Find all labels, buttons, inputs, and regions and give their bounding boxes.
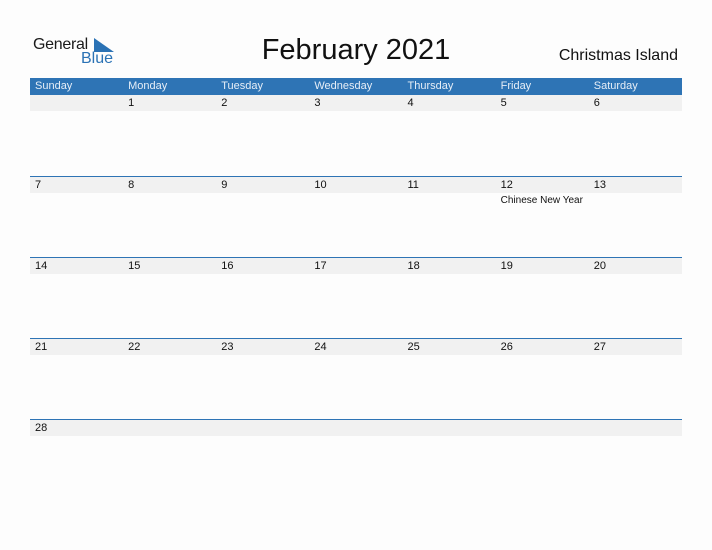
day-number: [309, 420, 402, 436]
day-event: [403, 111, 496, 113]
day-number: 11: [407, 179, 419, 191]
day-number: [403, 420, 496, 436]
week-day-numbers: 21 22 23 24 25 26 27: [30, 339, 682, 355]
day-event: [403, 274, 496, 276]
day-event: [403, 436, 496, 438]
day-event: [30, 355, 123, 357]
day-number: 8: [128, 179, 135, 191]
week-events: [30, 355, 682, 357]
country-name: Christmas Island: [558, 47, 678, 64]
week-day-numbers: 1 2 3 4 5 6: [30, 95, 682, 111]
day-number: 1: [128, 97, 135, 109]
day-number: [123, 420, 216, 436]
day-event: [589, 355, 682, 357]
calendar-week: 21 22 23 24 25 26 27: [30, 338, 682, 420]
week-events: Chinese New Year: [30, 193, 682, 206]
day-number: 6: [593, 97, 600, 109]
day-event: [496, 111, 589, 113]
calendar-week: 28: [30, 419, 682, 501]
weekday-sunday: Sunday: [35, 80, 73, 92]
week-events: [30, 111, 682, 113]
day-number: 24: [314, 341, 327, 353]
day-event: [309, 274, 402, 276]
day-event: [123, 111, 216, 113]
day-event: [123, 274, 216, 276]
day-event: [216, 436, 309, 438]
day-event: [216, 355, 309, 357]
calendar-week: 7 8 9 10 11 12 13 Chinese New Year: [30, 176, 682, 258]
day-event: [123, 193, 216, 206]
week-events: [30, 436, 682, 438]
day-event: [216, 274, 309, 276]
weekday-saturday: Saturday: [593, 80, 638, 92]
day-number: 27: [593, 341, 606, 353]
day-event: [589, 193, 682, 206]
day-number: 16: [221, 260, 234, 272]
weekday-monday: Monday: [128, 80, 168, 92]
day-number: 14: [35, 260, 48, 272]
day-number: 25: [407, 341, 420, 353]
weekday-header: Sunday Monday Tuesday Wednesday Thursday…: [30, 78, 682, 95]
week-events: [30, 274, 682, 276]
day-event: [309, 111, 402, 113]
day-number: 12: [500, 179, 513, 191]
week-day-numbers: 7 8 9 10 11 12 13: [30, 177, 682, 193]
day-event: [403, 193, 496, 206]
day-event: [309, 193, 402, 206]
weekday-thursday: Thursday: [407, 80, 454, 92]
day-number: [589, 420, 682, 436]
day-number: 18: [407, 260, 420, 272]
day-event: [309, 436, 402, 438]
day-number: 3: [314, 97, 321, 109]
day-event: [589, 436, 682, 438]
day-event: [30, 111, 123, 113]
day-number: 9: [221, 179, 228, 191]
day-event: [216, 193, 309, 206]
day-event: Chinese New Year: [500, 195, 583, 206]
day-number: [496, 420, 589, 436]
day-event: [589, 274, 682, 276]
day-event: [496, 274, 589, 276]
day-event: [30, 274, 123, 276]
day-number: 5: [500, 97, 507, 109]
day-event: [30, 193, 123, 206]
day-number: 26: [500, 341, 513, 353]
day-event: [309, 355, 402, 357]
day-number: 7: [35, 179, 42, 191]
weekday-tuesday: Tuesday: [221, 80, 264, 92]
day-number: 4: [407, 97, 414, 109]
day-number: 22: [128, 341, 141, 353]
day-event: [403, 355, 496, 357]
day-event: [216, 111, 309, 113]
day-number: 28: [35, 422, 48, 434]
week-day-numbers: 14 15 16 17 18 19 20: [30, 258, 682, 274]
day-event: [496, 355, 589, 357]
day-number: 21: [35, 341, 48, 353]
weekday-wednesday: Wednesday: [314, 80, 373, 92]
week-day-numbers: 28: [30, 420, 682, 436]
day-event: [496, 436, 589, 438]
day-number: 23: [221, 341, 234, 353]
day-number: 10: [314, 179, 327, 191]
day-number: 15: [128, 260, 141, 272]
day-event: [123, 355, 216, 357]
day-number: 2: [221, 97, 228, 109]
day-event: [30, 436, 123, 438]
day-event: [589, 111, 682, 113]
day-number: 13: [593, 179, 606, 191]
weekday-friday: Friday: [500, 80, 532, 92]
day-number: 19: [500, 260, 513, 272]
calendar-week: 1 2 3 4 5 6: [30, 95, 682, 176]
day-number: [30, 95, 123, 111]
day-number: 17: [314, 260, 327, 272]
day-number: [216, 420, 309, 436]
calendar-week: 14 15 16 17 18 19 20: [30, 257, 682, 339]
day-event: [123, 436, 216, 438]
day-number: 20: [593, 260, 606, 272]
